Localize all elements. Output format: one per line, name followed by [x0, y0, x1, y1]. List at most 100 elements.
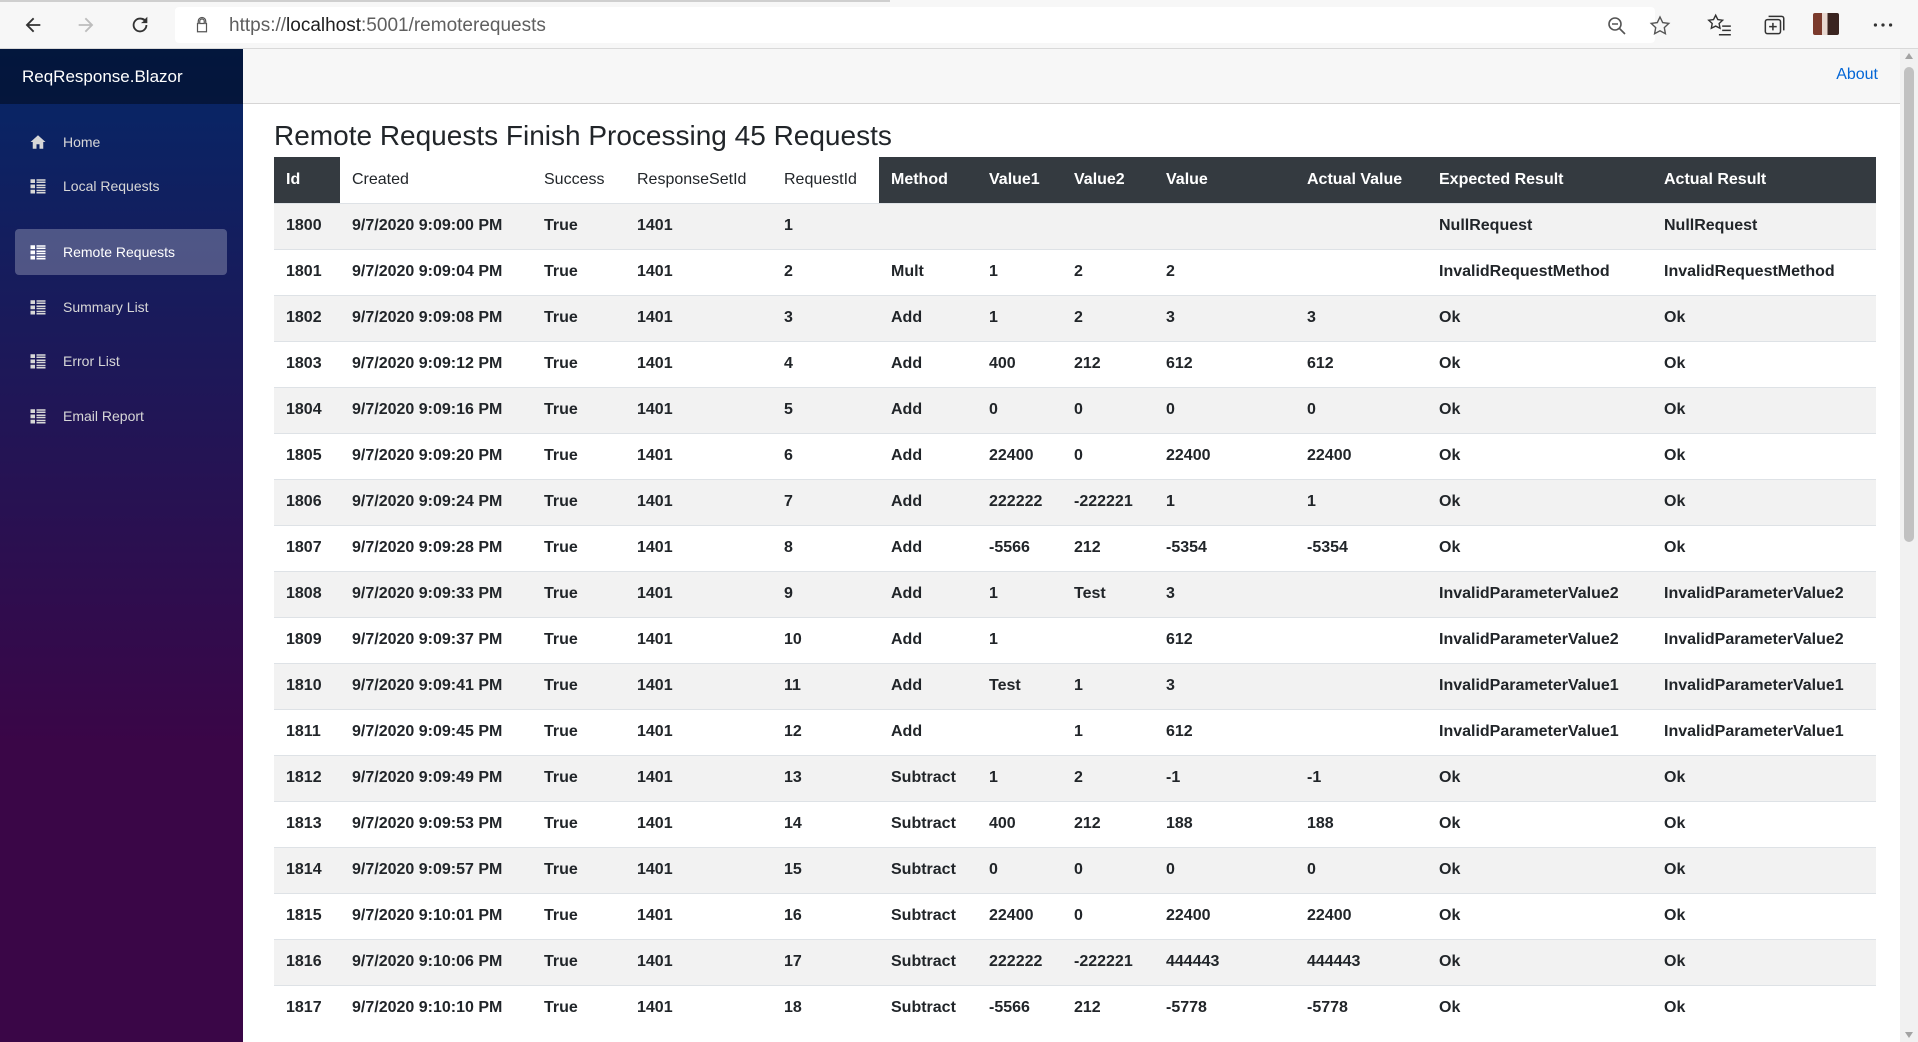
favorite-star-icon[interactable] — [1648, 14, 1672, 38]
table-row: 1816 9/7/2020 9:10:06 PM True 1401 17 Subtrac… — [274, 938, 1876, 985]
table-cell: 0 — [1154, 386, 1295, 433]
table-cell: Ok — [1427, 386, 1652, 433]
table-cell: 3 — [772, 294, 879, 341]
table-cell: 1801 — [274, 248, 340, 295]
table-cell: 1 — [977, 570, 1062, 617]
sidebar-item-summary-list[interactable]: Summary List — [15, 284, 227, 330]
browser-toolbar: https://localhost:5001/remoterequests — [0, 0, 1918, 49]
table-cell: Ok — [1427, 340, 1652, 387]
table-cell: 11 — [772, 662, 879, 709]
brand-title[interactable]: ReqResponse.Blazor — [0, 49, 243, 104]
table-cell: 9 — [772, 570, 879, 617]
table-cell: 0 — [1062, 432, 1154, 479]
sidebar-item-label: Email Report — [63, 408, 144, 424]
favorites-icon[interactable] — [1707, 12, 1733, 38]
sidebar-item-label: Home — [63, 134, 101, 150]
lock-icon — [196, 16, 208, 33]
table-cell — [1062, 616, 1154, 663]
back-arrow-icon — [25, 17, 41, 33]
sidebar-item-remote-requests[interactable]: Remote Requests — [15, 229, 227, 275]
table-cell: 1401 — [625, 984, 772, 1031]
table-cell: NullRequest — [1427, 202, 1652, 249]
table-cell: 16 — [772, 892, 879, 939]
table-cell: Add — [879, 616, 977, 663]
table-cell: Ok — [1652, 386, 1876, 433]
collections-icon[interactable] — [1761, 12, 1787, 38]
sidebar-item-label: Remote Requests — [63, 244, 176, 260]
table-row: 1811 9/7/2020 9:09:45 PM True 1401 12 Add 1 612… — [274, 708, 1876, 755]
table-cell: -5566 — [977, 524, 1062, 571]
table-cell: 5 — [772, 386, 879, 433]
table-cell: 1401 — [625, 202, 772, 249]
table-cell: 1800 — [274, 202, 340, 249]
more-options-icon[interactable] — [1870, 12, 1896, 38]
table-cell — [879, 202, 977, 249]
table-row: 1812 9/7/2020 9:09:49 PM True 1401 13 Subtrac… — [274, 754, 1876, 801]
table-cell: True — [532, 938, 625, 985]
table-cell: 1401 — [625, 708, 772, 755]
table-cell: Subtract — [879, 800, 977, 847]
table-cell: Add — [879, 386, 977, 433]
table-cell: Add — [879, 662, 977, 709]
table-cell: 1 — [1062, 662, 1154, 709]
table-cell: Ok — [1652, 938, 1876, 985]
table-cell: -1 — [1154, 754, 1295, 801]
table-cell: 1813 — [274, 800, 340, 847]
table-cell: Ok — [1652, 846, 1876, 893]
column-header: RequestId — [772, 157, 879, 203]
sidebar-item-error-list[interactable]: Error List — [15, 338, 227, 384]
table-cell: True — [532, 202, 625, 249]
table-cell: 17 — [772, 938, 879, 985]
table-cell: Add — [879, 524, 977, 571]
table-cell: Subtract — [879, 938, 977, 985]
table-cell: Add — [879, 294, 977, 341]
table-cell: Ok — [1427, 800, 1652, 847]
table-cell: 1808 — [274, 570, 340, 617]
table-cell: 1401 — [625, 616, 772, 663]
profile-avatar[interactable] — [1813, 13, 1839, 35]
table-cell — [1295, 202, 1427, 249]
table-cell: 1806 — [274, 478, 340, 525]
table-row: 1813 9/7/2020 9:09:53 PM True 1401 14 Subtrac… — [274, 800, 1876, 847]
vertical-scrollbar[interactable] — [1900, 49, 1918, 1042]
sidebar-item-home[interactable]: Home — [15, 119, 227, 165]
table-cell: NullRequest — [1652, 202, 1876, 249]
table-cell: 2 — [1062, 294, 1154, 341]
table-cell: Ok — [1427, 984, 1652, 1031]
forward-button[interactable] — [70, 9, 102, 41]
table-header-row: Id Created Success ResponseSetId RequestId Me… — [274, 157, 1876, 203]
table-cell: 9/7/2020 9:09:20 PM — [340, 432, 532, 479]
table-cell: Test — [1062, 570, 1154, 617]
table-cell: 1401 — [625, 386, 772, 433]
address-bar[interactable]: https://localhost:5001/remoterequests — [175, 7, 1671, 43]
table-cell: Add — [879, 478, 977, 525]
table-row: 1800 9/7/2020 9:09:00 PM True 1401 1 NullRequ… — [274, 202, 1876, 249]
table-cell: Test — [977, 662, 1062, 709]
scroll-up-arrow-icon[interactable] — [1905, 53, 1913, 59]
table-cell: 0 — [1154, 846, 1295, 893]
list-icon — [30, 409, 46, 424]
refresh-button[interactable] — [124, 9, 156, 41]
about-link[interactable]: About — [1836, 66, 1878, 84]
table-cell: Subtract — [879, 892, 977, 939]
table-cell: True — [532, 340, 625, 387]
table-row: 1806 9/7/2020 9:09:24 PM True 1401 7 Add 22222… — [274, 478, 1876, 525]
table-cell: InvalidParameterValue1 — [1427, 708, 1652, 755]
table-cell: Ok — [1652, 754, 1876, 801]
scrollbar-thumb[interactable] — [1904, 67, 1914, 542]
table-cell: 188 — [1295, 800, 1427, 847]
scroll-down-arrow-icon[interactable] — [1905, 1032, 1913, 1038]
table-cell: 612 — [1154, 340, 1295, 387]
table-cell: 188 — [1154, 800, 1295, 847]
zoom-icon[interactable] — [1605, 14, 1629, 38]
sidebar-item-local-requests[interactable]: Local Requests — [15, 163, 227, 209]
table-cell: Ok — [1652, 892, 1876, 939]
back-button[interactable] — [17, 9, 49, 41]
url-text: https://localhost:5001/remoterequests — [229, 15, 546, 36]
table-cell: 444443 — [1295, 938, 1427, 985]
table-cell: -5566 — [977, 984, 1062, 1031]
table-cell: 10 — [772, 616, 879, 663]
sidebar-item-email-report[interactable]: Email Report — [15, 393, 227, 439]
table-cell: 1401 — [625, 294, 772, 341]
table-cell: -1 — [1295, 754, 1427, 801]
